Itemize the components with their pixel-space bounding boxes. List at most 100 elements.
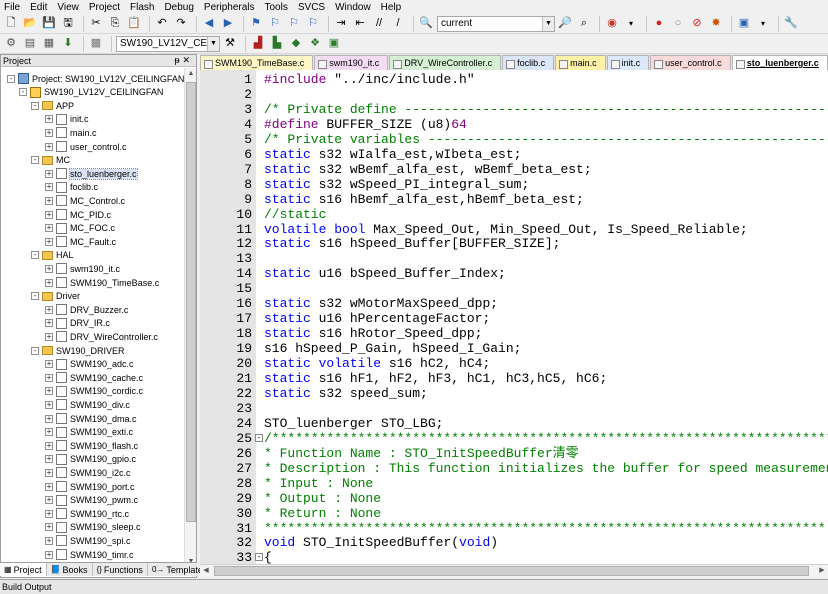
scroll-right-icon[interactable]: ▶	[816, 565, 828, 577]
code-line[interactable]: 10 //static	[200, 207, 828, 222]
scroll-left-icon[interactable]: ◀	[200, 565, 212, 577]
download-icon[interactable]: ⬇	[60, 36, 76, 52]
expand-icon[interactable]: +	[45, 441, 53, 450]
expand-icon[interactable]: +	[45, 496, 53, 505]
tree-file-item[interactable]: + SWM190_exti.c	[45, 426, 133, 439]
editor-tab[interactable]: user_control.c	[650, 55, 731, 70]
scrollbar-thumb[interactable]	[186, 82, 196, 522]
find-icon[interactable]: 🔎	[557, 16, 573, 32]
code-line[interactable]: 14 static u16 bSpeed_Buffer_Index;	[200, 266, 828, 281]
expand-icon[interactable]: +	[45, 536, 53, 545]
tree-file-item[interactable]: + DRV_WireController.c	[45, 330, 158, 343]
menu-file[interactable]: File	[4, 2, 20, 13]
chevron-down-icon[interactable]: ▼	[207, 36, 219, 51]
save-all-icon[interactable]: 🖫	[60, 16, 76, 32]
tree-file-item[interactable]: + SWM190_timr.c	[45, 548, 134, 561]
menu-debug[interactable]: Debug	[164, 2, 193, 13]
tree-file-item[interactable]: + SWM190_pwm.c	[45, 494, 138, 507]
tree-file-item[interactable]: + SWM190_cordic.c	[45, 385, 143, 398]
expand-icon[interactable]: +	[45, 264, 53, 273]
chevron-down-icon[interactable]: ▾	[755, 16, 771, 32]
tree-file-item[interactable]: + SWM190_sleep.c	[45, 521, 141, 534]
menu-window[interactable]: Window	[335, 2, 371, 13]
copy-icon[interactable]: ⎘	[107, 16, 123, 32]
code-line[interactable]: 24 STO_luenberger STO_LBG;	[200, 416, 828, 431]
comment-icon[interactable]: //	[371, 16, 387, 32]
manage-components-icon[interactable]: ▙	[269, 36, 285, 52]
expand-icon[interactable]: +	[45, 332, 53, 341]
code-line[interactable]: 26 * Function Name : STO_InitSpeedBuffer清…	[200, 446, 828, 461]
expand-icon[interactable]: +	[45, 142, 53, 151]
tree-file-item[interactable]: + SWM190_TimeBase.c	[45, 276, 159, 289]
tree-group-item[interactable]: - APP	[31, 99, 74, 112]
code-line[interactable]: 16 static s32 wMotorMaxSpeed_dpp;	[200, 296, 828, 311]
open-folder-icon[interactable]: 📂	[22, 16, 38, 32]
code-line[interactable]: 15	[200, 281, 828, 296]
expand-icon[interactable]: +	[45, 169, 53, 178]
navigate-back-icon[interactable]: ◀	[201, 16, 217, 32]
expand-icon[interactable]: +	[45, 115, 53, 124]
code-line[interactable]: 13	[200, 251, 828, 266]
editor-horizontal-scrollbar[interactable]: ◀ ▶	[200, 564, 828, 577]
tree-file-item[interactable]: + SWM190_cache.c	[45, 371, 143, 384]
tree-file-item[interactable]: + MC_FOC.c	[45, 222, 115, 235]
configure-icon[interactable]: 🔧	[783, 16, 799, 32]
collapse-icon[interactable]: -	[7, 74, 15, 83]
unindent-icon[interactable]: ⇤	[352, 16, 368, 32]
tree-group-item[interactable]: - SW190_DRIVER	[31, 344, 125, 357]
cut-icon[interactable]: ✂	[88, 16, 104, 32]
translate-icon[interactable]: ⚙	[3, 36, 19, 52]
menu-flash[interactable]: Flash	[130, 2, 154, 13]
editor-tab[interactable]: DRV_WireController.c	[389, 55, 502, 70]
expand-icon[interactable]: +	[45, 305, 53, 314]
panel-tab-functions[interactable]: {} Functions	[93, 563, 148, 576]
tree-group-item[interactable]: - MC	[31, 154, 70, 167]
code-line[interactable]: 20 static volatile s16 hC2, hC4;	[200, 356, 828, 371]
code-line[interactable]: 19 s16 hSpeed_P_Gain, hSpeed_I_Gain;	[200, 341, 828, 356]
menu-edit[interactable]: Edit	[30, 2, 47, 13]
panel-tab-books[interactable]: 📘 Books	[47, 563, 93, 576]
collapse-icon[interactable]: -	[31, 292, 39, 301]
code-line[interactable]: 31 **************************************…	[200, 521, 828, 536]
expand-icon[interactable]: +	[45, 210, 53, 219]
tree-file-item[interactable]: + MC_PID.c	[45, 208, 111, 221]
find-in-files-icon[interactable]: 🔍	[418, 16, 434, 32]
tree-file-item[interactable]: + MC_Fault.c	[45, 235, 116, 248]
close-icon[interactable]: ✕	[182, 55, 193, 65]
editor-tab[interactable]: SWM190_TimeBase.c	[200, 55, 314, 70]
tree-file-item[interactable]: + SWM190_gpio.c	[45, 453, 136, 466]
expand-icon[interactable]: +	[45, 360, 53, 369]
tree-file-item[interactable]: + SWM190_i2c.c	[45, 466, 131, 479]
code-line[interactable]: 3 /* Private define ---------------------…	[200, 102, 828, 117]
pack-installer-icon[interactable]: ◆	[288, 36, 304, 52]
tree-root-item[interactable]: - Project: SW190_LV12V_CEILINGFAN	[7, 72, 184, 85]
select-software-packs-icon[interactable]: ❖	[307, 36, 323, 52]
tree-file-item[interactable]: + SWM190_spi.c	[45, 534, 131, 547]
build-icon[interactable]: ▤	[22, 36, 38, 52]
tree-group-item[interactable]: - HAL	[31, 249, 74, 262]
file-extensions-icon[interactable]: ▟	[250, 36, 266, 52]
code-line[interactable]: 8 static s32 wSpeed_PI_integral_sum;	[200, 177, 828, 192]
editor-tab[interactable]: sto_luenberger.c	[731, 55, 828, 70]
scroll-up-icon[interactable]: ▲	[185, 68, 197, 80]
code-editor[interactable]: 1 #include "../inc/include.h" 2 3 /* Private…	[200, 70, 828, 564]
expand-icon[interactable]: +	[45, 224, 53, 233]
collapse-icon[interactable]: -	[31, 101, 39, 110]
kill-breakpoints-icon[interactable]: ✸	[708, 16, 724, 32]
expand-icon[interactable]: +	[45, 509, 53, 518]
collapse-icon[interactable]: -	[31, 346, 39, 355]
code-line[interactable]: 32 void STO_InitSpeedBuffer(void)	[200, 535, 828, 550]
project-scrollbar[interactable]: ▲ ▼	[184, 68, 196, 568]
code-line[interactable]: 17 static u16 hPercentageFactor;	[200, 311, 828, 326]
scrollbar-thumb[interactable]	[214, 566, 809, 576]
target-options-icon[interactable]: ⚒	[222, 36, 238, 52]
tree-file-item[interactable]: + swm190_it.c	[45, 262, 120, 275]
tree-file-item[interactable]: + SWM190_div.c	[45, 398, 130, 411]
rebuild-icon[interactable]: ▦	[41, 36, 57, 52]
expand-icon[interactable]: +	[45, 455, 53, 464]
collapse-icon[interactable]: -	[19, 88, 27, 97]
indent-icon[interactable]: ⇥	[333, 16, 349, 32]
code-line[interactable]: 33 {-	[200, 550, 828, 564]
expand-icon[interactable]: +	[45, 196, 53, 205]
next-bookmark-icon[interactable]: ⚐	[286, 16, 302, 32]
